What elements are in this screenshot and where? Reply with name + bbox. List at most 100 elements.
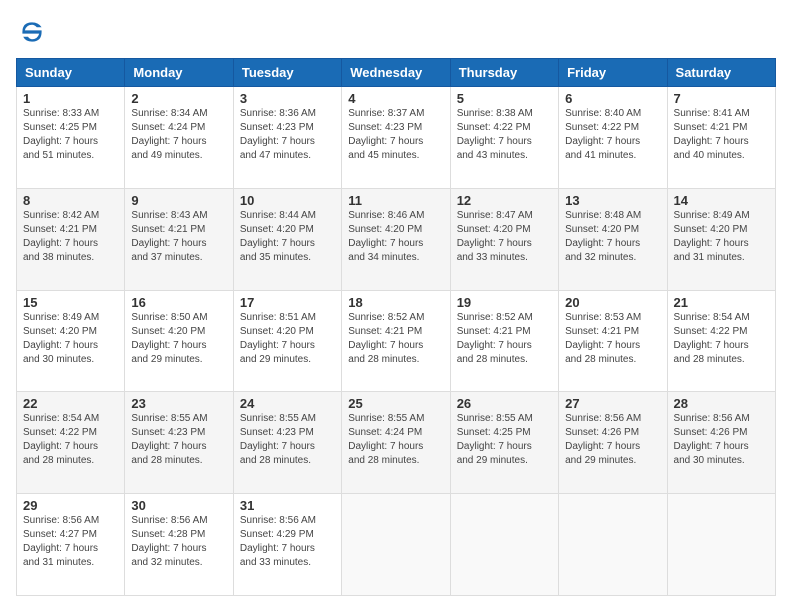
day-number: 10 xyxy=(240,193,335,208)
day-info: Sunrise: 8:52 AM Sunset: 4:21 PM Dayligh… xyxy=(457,311,552,367)
day-number: 26 xyxy=(457,396,552,411)
day-info: Sunrise: 8:48 AM Sunset: 4:20 PM Dayligh… xyxy=(565,209,660,265)
day-info: Sunrise: 8:56 AM Sunset: 4:28 PM Dayligh… xyxy=(131,514,226,570)
calendar-cell: 27Sunrise: 8:56 AM Sunset: 4:26 PM Dayli… xyxy=(559,392,667,494)
day-number: 7 xyxy=(674,91,769,106)
calendar-week-1: 1Sunrise: 8:33 AM Sunset: 4:25 PM Daylig… xyxy=(17,87,776,189)
calendar-cell: 4Sunrise: 8:37 AM Sunset: 4:23 PM Daylig… xyxy=(342,87,450,189)
calendar-cell: 29Sunrise: 8:56 AM Sunset: 4:27 PM Dayli… xyxy=(17,494,125,596)
calendar-cell: 28Sunrise: 8:56 AM Sunset: 4:26 PM Dayli… xyxy=(667,392,775,494)
day-info: Sunrise: 8:51 AM Sunset: 4:20 PM Dayligh… xyxy=(240,311,335,367)
day-info: Sunrise: 8:41 AM Sunset: 4:21 PM Dayligh… xyxy=(674,107,769,163)
day-info: Sunrise: 8:52 AM Sunset: 4:21 PM Dayligh… xyxy=(348,311,443,367)
day-header-thursday: Thursday xyxy=(450,59,558,87)
day-number: 3 xyxy=(240,91,335,106)
day-number: 22 xyxy=(23,396,118,411)
calendar-cell: 24Sunrise: 8:55 AM Sunset: 4:23 PM Dayli… xyxy=(233,392,341,494)
calendar-cell: 8Sunrise: 8:42 AM Sunset: 4:21 PM Daylig… xyxy=(17,188,125,290)
header xyxy=(16,16,776,48)
day-info: Sunrise: 8:46 AM Sunset: 4:20 PM Dayligh… xyxy=(348,209,443,265)
calendar-cell: 26Sunrise: 8:55 AM Sunset: 4:25 PM Dayli… xyxy=(450,392,558,494)
calendar-cell: 12Sunrise: 8:47 AM Sunset: 4:20 PM Dayli… xyxy=(450,188,558,290)
calendar-cell xyxy=(667,494,775,596)
day-info: Sunrise: 8:36 AM Sunset: 4:23 PM Dayligh… xyxy=(240,107,335,163)
calendar-cell xyxy=(450,494,558,596)
logo xyxy=(16,16,52,48)
day-number: 8 xyxy=(23,193,118,208)
day-number: 25 xyxy=(348,396,443,411)
calendar-cell: 17Sunrise: 8:51 AM Sunset: 4:20 PM Dayli… xyxy=(233,290,341,392)
day-number: 11 xyxy=(348,193,443,208)
calendar-cell: 6Sunrise: 8:40 AM Sunset: 4:22 PM Daylig… xyxy=(559,87,667,189)
calendar-cell: 30Sunrise: 8:56 AM Sunset: 4:28 PM Dayli… xyxy=(125,494,233,596)
day-info: Sunrise: 8:47 AM Sunset: 4:20 PM Dayligh… xyxy=(457,209,552,265)
day-header-monday: Monday xyxy=(125,59,233,87)
day-number: 14 xyxy=(674,193,769,208)
calendar-cell: 18Sunrise: 8:52 AM Sunset: 4:21 PM Dayli… xyxy=(342,290,450,392)
calendar-cell: 25Sunrise: 8:55 AM Sunset: 4:24 PM Dayli… xyxy=(342,392,450,494)
day-number: 20 xyxy=(565,295,660,310)
day-info: Sunrise: 8:40 AM Sunset: 4:22 PM Dayligh… xyxy=(565,107,660,163)
day-info: Sunrise: 8:34 AM Sunset: 4:24 PM Dayligh… xyxy=(131,107,226,163)
day-number: 9 xyxy=(131,193,226,208)
calendar-week-3: 15Sunrise: 8:49 AM Sunset: 4:20 PM Dayli… xyxy=(17,290,776,392)
day-info: Sunrise: 8:54 AM Sunset: 4:22 PM Dayligh… xyxy=(674,311,769,367)
calendar-cell: 3Sunrise: 8:36 AM Sunset: 4:23 PM Daylig… xyxy=(233,87,341,189)
day-number: 29 xyxy=(23,498,118,513)
day-number: 27 xyxy=(565,396,660,411)
day-number: 21 xyxy=(674,295,769,310)
day-number: 6 xyxy=(565,91,660,106)
day-number: 19 xyxy=(457,295,552,310)
calendar-cell xyxy=(342,494,450,596)
day-info: Sunrise: 8:49 AM Sunset: 4:20 PM Dayligh… xyxy=(23,311,118,367)
day-info: Sunrise: 8:42 AM Sunset: 4:21 PM Dayligh… xyxy=(23,209,118,265)
day-number: 13 xyxy=(565,193,660,208)
day-info: Sunrise: 8:50 AM Sunset: 4:20 PM Dayligh… xyxy=(131,311,226,367)
calendar-table: SundayMondayTuesdayWednesdayThursdayFrid… xyxy=(16,58,776,596)
day-header-sunday: Sunday xyxy=(17,59,125,87)
day-info: Sunrise: 8:33 AM Sunset: 4:25 PM Dayligh… xyxy=(23,107,118,163)
day-header-saturday: Saturday xyxy=(667,59,775,87)
calendar-cell: 14Sunrise: 8:49 AM Sunset: 4:20 PM Dayli… xyxy=(667,188,775,290)
calendar-cell: 13Sunrise: 8:48 AM Sunset: 4:20 PM Dayli… xyxy=(559,188,667,290)
calendar-cell: 2Sunrise: 8:34 AM Sunset: 4:24 PM Daylig… xyxy=(125,87,233,189)
day-info: Sunrise: 8:37 AM Sunset: 4:23 PM Dayligh… xyxy=(348,107,443,163)
day-info: Sunrise: 8:49 AM Sunset: 4:20 PM Dayligh… xyxy=(674,209,769,265)
day-info: Sunrise: 8:56 AM Sunset: 4:26 PM Dayligh… xyxy=(565,412,660,468)
day-info: Sunrise: 8:55 AM Sunset: 4:23 PM Dayligh… xyxy=(240,412,335,468)
calendar-cell: 21Sunrise: 8:54 AM Sunset: 4:22 PM Dayli… xyxy=(667,290,775,392)
day-number: 12 xyxy=(457,193,552,208)
day-number: 4 xyxy=(348,91,443,106)
calendar-cell xyxy=(559,494,667,596)
day-info: Sunrise: 8:44 AM Sunset: 4:20 PM Dayligh… xyxy=(240,209,335,265)
calendar-cell: 11Sunrise: 8:46 AM Sunset: 4:20 PM Dayli… xyxy=(342,188,450,290)
day-info: Sunrise: 8:38 AM Sunset: 4:22 PM Dayligh… xyxy=(457,107,552,163)
day-info: Sunrise: 8:53 AM Sunset: 4:21 PM Dayligh… xyxy=(565,311,660,367)
calendar-cell: 22Sunrise: 8:54 AM Sunset: 4:22 PM Dayli… xyxy=(17,392,125,494)
calendar-cell: 31Sunrise: 8:56 AM Sunset: 4:29 PM Dayli… xyxy=(233,494,341,596)
page: SundayMondayTuesdayWednesdayThursdayFrid… xyxy=(0,0,792,612)
calendar-cell: 23Sunrise: 8:55 AM Sunset: 4:23 PM Dayli… xyxy=(125,392,233,494)
day-info: Sunrise: 8:56 AM Sunset: 4:27 PM Dayligh… xyxy=(23,514,118,570)
day-info: Sunrise: 8:55 AM Sunset: 4:23 PM Dayligh… xyxy=(131,412,226,468)
calendar-week-2: 8Sunrise: 8:42 AM Sunset: 4:21 PM Daylig… xyxy=(17,188,776,290)
calendar-cell: 16Sunrise: 8:50 AM Sunset: 4:20 PM Dayli… xyxy=(125,290,233,392)
day-header-friday: Friday xyxy=(559,59,667,87)
day-number: 17 xyxy=(240,295,335,310)
day-number: 30 xyxy=(131,498,226,513)
calendar-cell: 20Sunrise: 8:53 AM Sunset: 4:21 PM Dayli… xyxy=(559,290,667,392)
day-number: 28 xyxy=(674,396,769,411)
day-number: 16 xyxy=(131,295,226,310)
day-header-wednesday: Wednesday xyxy=(342,59,450,87)
day-info: Sunrise: 8:43 AM Sunset: 4:21 PM Dayligh… xyxy=(131,209,226,265)
calendar-cell: 9Sunrise: 8:43 AM Sunset: 4:21 PM Daylig… xyxy=(125,188,233,290)
calendar-week-4: 22Sunrise: 8:54 AM Sunset: 4:22 PM Dayli… xyxy=(17,392,776,494)
day-number: 31 xyxy=(240,498,335,513)
day-number: 5 xyxy=(457,91,552,106)
day-header-tuesday: Tuesday xyxy=(233,59,341,87)
logo-icon xyxy=(16,16,48,48)
calendar-header-row: SundayMondayTuesdayWednesdayThursdayFrid… xyxy=(17,59,776,87)
day-info: Sunrise: 8:54 AM Sunset: 4:22 PM Dayligh… xyxy=(23,412,118,468)
day-info: Sunrise: 8:56 AM Sunset: 4:26 PM Dayligh… xyxy=(674,412,769,468)
calendar-cell: 7Sunrise: 8:41 AM Sunset: 4:21 PM Daylig… xyxy=(667,87,775,189)
